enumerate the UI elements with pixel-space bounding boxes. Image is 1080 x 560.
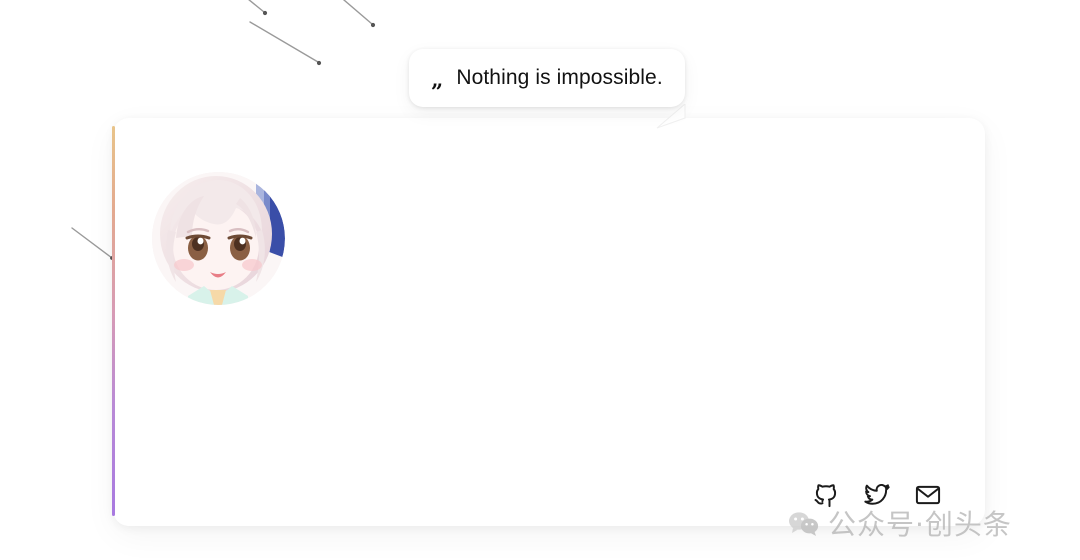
avatar-image — [152, 172, 285, 305]
quote-bubble: „ Nothing is impossible. — [409, 49, 685, 107]
speech-bubble-tail — [656, 104, 686, 129]
email-icon[interactable] — [914, 481, 942, 509]
quote-marks-icon: „ — [431, 66, 444, 92]
screenshot-root: „ Nothing is impossible. 公众号·创头条 — [0, 0, 1080, 560]
card-accent-left — [112, 126, 115, 516]
quote-text: Nothing is impossible. — [456, 66, 663, 89]
social-links — [812, 481, 942, 509]
wechat-icon — [789, 512, 819, 536]
github-icon[interactable] — [812, 481, 840, 509]
twitter-icon[interactable] — [863, 481, 891, 509]
avatar[interactable] — [152, 172, 285, 305]
